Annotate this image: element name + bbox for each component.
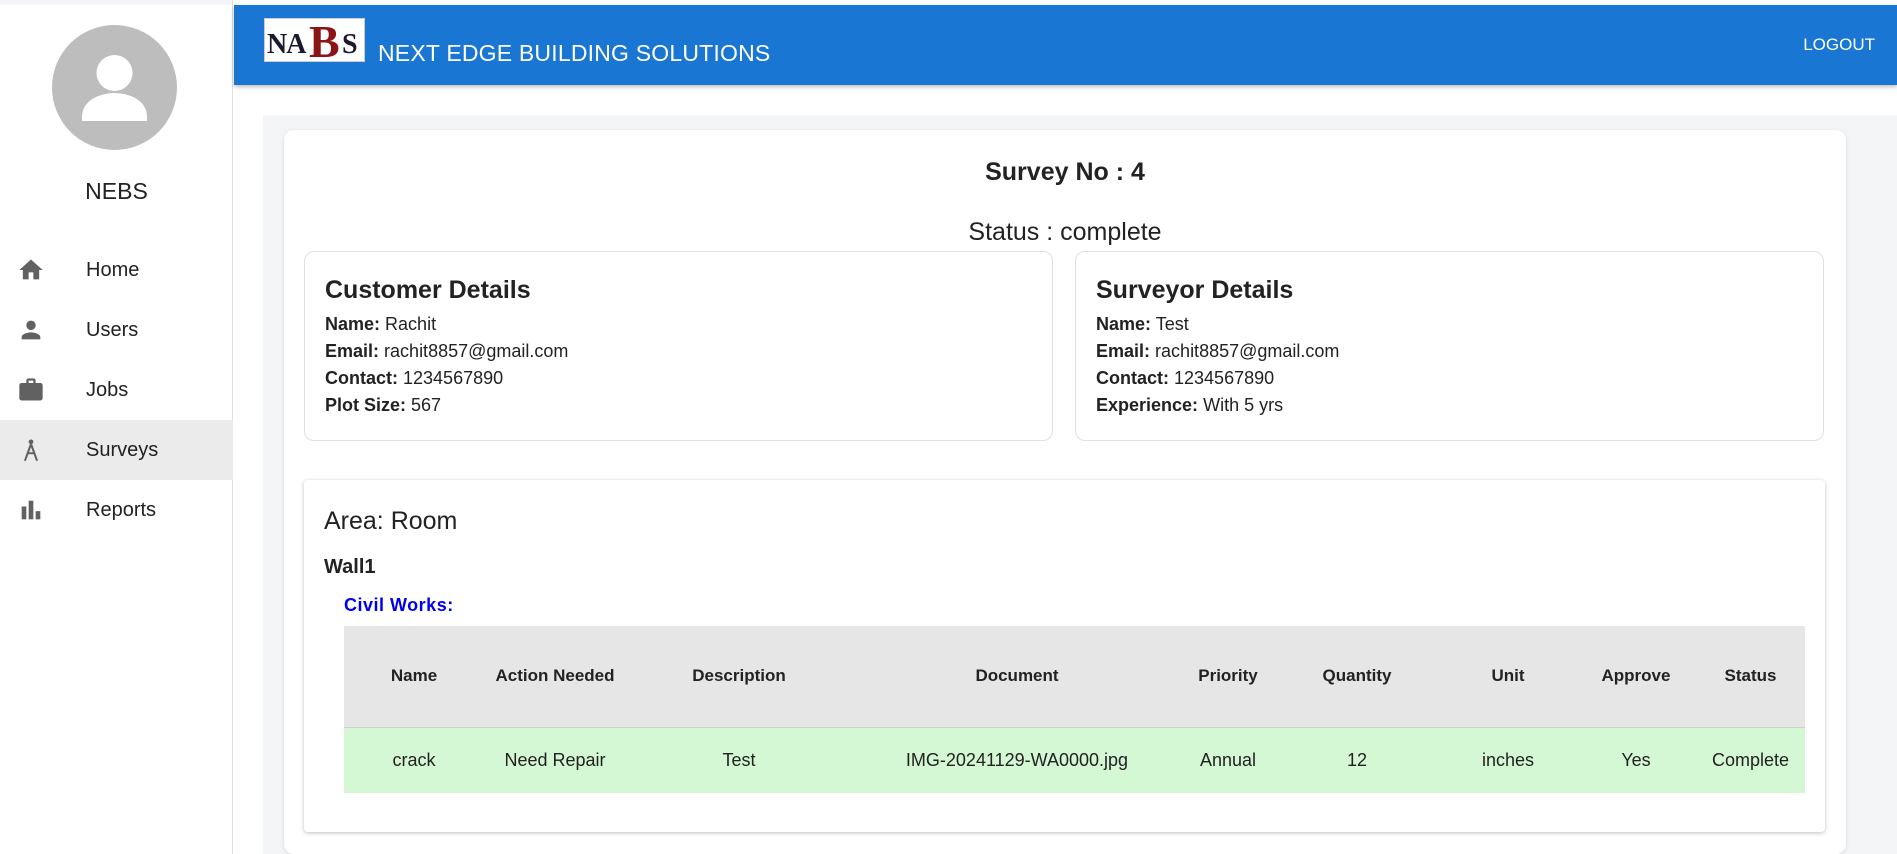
surveyor-contact-row: Contact: 1234567890 — [1096, 365, 1803, 392]
detail-key: Name: — [325, 314, 381, 334]
person-icon — [16, 315, 46, 345]
cell-priority: Annual — [1182, 726, 1274, 793]
detail-value: With 5 yrs — [1203, 395, 1284, 415]
column-header-status: Status — [1696, 626, 1805, 727]
sidebar-item-jobs[interactable]: Jobs — [0, 360, 233, 420]
detail-value: Test — [1155, 314, 1189, 334]
surveyor-name-row: Name: Test — [1096, 311, 1803, 338]
surveyor-details-title: Surveyor Details — [1096, 276, 1294, 304]
customer-email-row: Email: rachit8857@gmail.com — [325, 338, 1032, 365]
survey-status: Status : complete — [968, 218, 1162, 246]
detail-key: Name: — [1096, 314, 1152, 334]
cell-quantity: 12 — [1274, 726, 1440, 793]
cell-unit: inches — [1440, 726, 1576, 793]
app-header: NA B S NEXT EDGE BUILDING SOLUTIONS LOGO… — [234, 5, 1897, 85]
sidebar-item-users[interactable]: Users — [0, 300, 233, 360]
surveyor-email-row: Email: rachit8857@gmail.com — [1096, 338, 1803, 365]
bar-chart-icon — [16, 495, 46, 525]
column-header-document: Document — [852, 626, 1182, 727]
detail-key: Contact: — [1096, 368, 1169, 388]
customer-plot-size-row: Plot Size: 567 — [325, 392, 1032, 419]
work-items-table: Name Action Needed Description Document … — [344, 626, 1805, 793]
sidebar-item-label: Home — [86, 258, 140, 281]
detail-key: Email: — [1096, 341, 1151, 361]
surveyor-experience-row: Experience: With 5 yrs — [1096, 392, 1803, 419]
column-header-action-needed: Action Needed — [484, 626, 626, 727]
cell-document[interactable]: IMG-20241129-WA0000.jpg — [852, 726, 1182, 793]
cell-action-needed: Need Repair — [484, 726, 626, 793]
detail-key: Experience: — [1096, 395, 1199, 415]
sidebar-item-label: Users — [86, 318, 139, 341]
table-header-row: Name Action Needed Description Document … — [344, 626, 1805, 727]
survey-card: Survey No : 4 Status : complete Customer… — [284, 130, 1846, 854]
detail-key: Plot Size: — [325, 395, 407, 415]
logo-text-b: B — [309, 18, 340, 62]
wall-title: Wall1 — [324, 556, 376, 578]
home-icon — [16, 255, 46, 285]
sidebar-item-reports[interactable]: Reports — [0, 480, 233, 540]
logout-button[interactable]: LOGOUT — [1803, 35, 1875, 55]
logo-text-na: NA — [267, 29, 306, 60]
sidebar-item-home[interactable]: Home — [0, 240, 233, 300]
surveyor-details: Surveyor Details Name: Test Email: rachi… — [1075, 251, 1824, 441]
app-title: NEXT EDGE BUILDING SOLUTIONS — [378, 40, 771, 66]
company-logo: NA B S — [264, 18, 365, 62]
customer-contact-row: Contact: 1234567890 — [325, 365, 1032, 392]
cell-name: crack — [344, 726, 484, 793]
detail-value: 567 — [411, 395, 442, 415]
detail-key: Email: — [325, 341, 380, 361]
customer-details-title: Customer Details — [325, 276, 531, 304]
detail-value: rachit8857@gmail.com — [384, 341, 569, 361]
avatar — [52, 25, 177, 150]
column-header-priority: Priority — [1182, 626, 1274, 727]
detail-value: Rachit — [385, 314, 437, 334]
sidebar-top-strip — [0, 0, 232, 5]
cell-approve: Yes — [1576, 726, 1696, 793]
area-section: Area: Room Wall1 Civil Works: Name Actio… — [304, 480, 1825, 832]
detail-value: 1234567890 — [403, 368, 504, 388]
survey-number: Survey No : 4 — [985, 158, 1145, 186]
column-header-description: Description — [626, 626, 852, 727]
briefcase-icon — [16, 375, 46, 405]
table-row: crack Need Repair Test IMG-20241129-WA00… — [344, 726, 1805, 793]
work-category-title: Civil Works: — [344, 595, 454, 615]
detail-value: 1234567890 — [1174, 368, 1275, 388]
cell-description: Test — [626, 726, 852, 793]
column-header-approve: Approve — [1576, 626, 1696, 727]
column-header-name: Name — [344, 626, 484, 727]
sidebar: NEBS Home Users Jobs Surveys Reports — [0, 0, 233, 854]
compass-icon — [16, 435, 46, 465]
sidebar-item-label: Surveys — [86, 438, 159, 461]
customer-name-row: Name: Rachit — [325, 311, 1032, 338]
column-header-quantity: Quantity — [1274, 626, 1440, 727]
detail-value: rachit8857@gmail.com — [1155, 341, 1340, 361]
sidebar-brand-name: NEBS — [85, 178, 148, 204]
area-title: Area: Room — [324, 507, 458, 535]
logo-text-s: S — [342, 29, 358, 60]
cell-status: Complete — [1696, 726, 1805, 793]
sidebar-nav: Home Users Jobs Surveys Reports — [0, 240, 233, 540]
column-header-unit: Unit — [1440, 626, 1576, 727]
detail-key: Contact: — [325, 368, 398, 388]
sidebar-item-surveys[interactable]: Surveys — [0, 420, 233, 480]
sidebar-item-label: Reports — [86, 498, 157, 521]
sidebar-item-label: Jobs — [86, 378, 129, 401]
user-avatar-icon — [82, 55, 147, 121]
customer-details: Customer Details Name: Rachit Email: rac… — [304, 251, 1053, 441]
